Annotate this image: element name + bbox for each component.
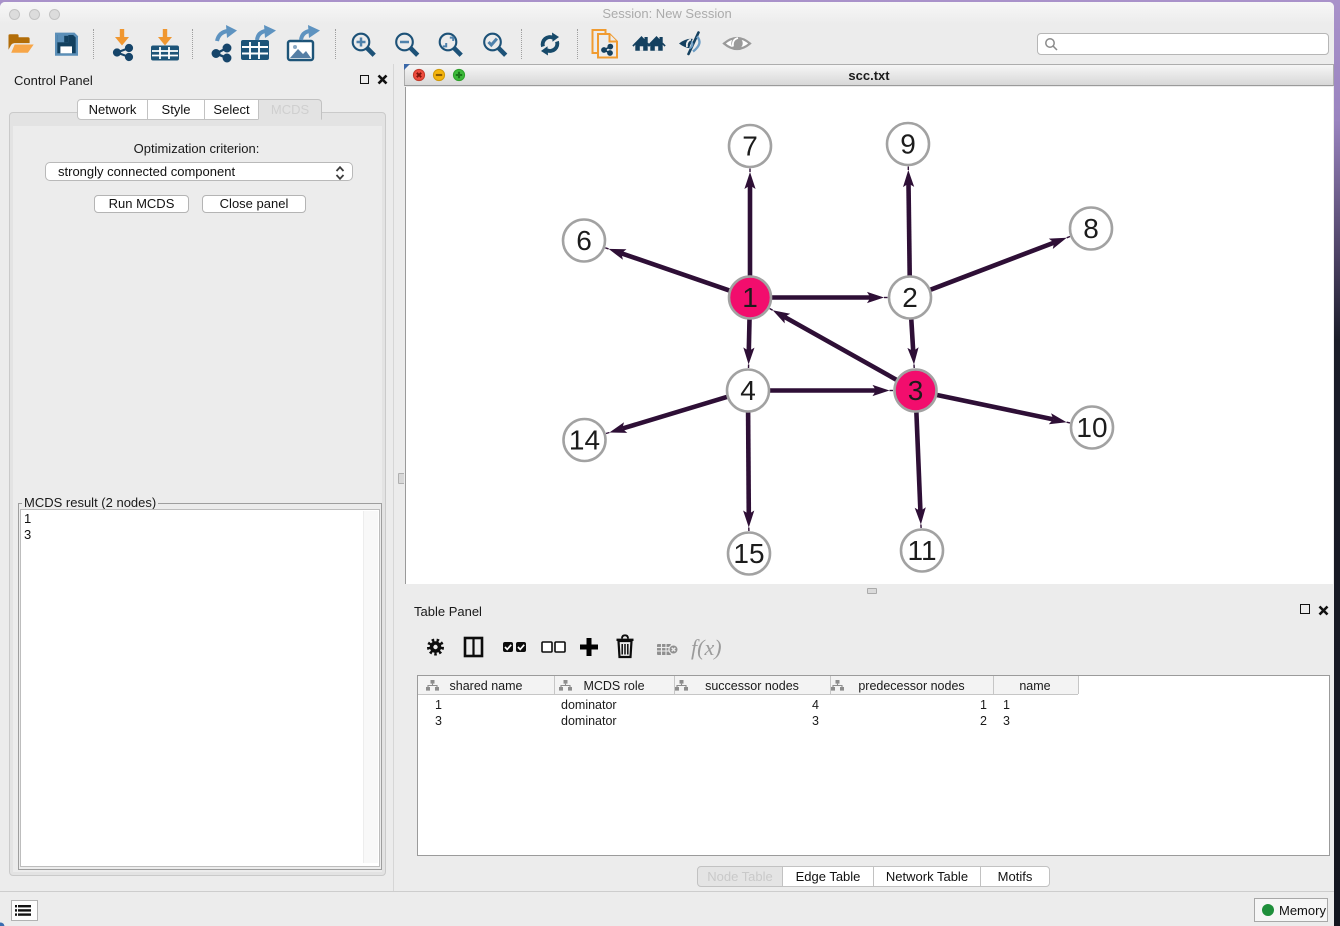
svg-text:11: 11 — [907, 535, 936, 566]
svg-text:7: 7 — [742, 130, 758, 161]
svg-text:10: 10 — [1076, 412, 1107, 443]
svg-text:f(x): f(x) — [691, 635, 722, 660]
svg-text:1: 1 — [742, 282, 758, 313]
svg-text:2: 2 — [902, 282, 918, 313]
svg-text:4: 4 — [740, 375, 756, 406]
svg-text:9: 9 — [900, 128, 916, 159]
svg-text:8: 8 — [1083, 213, 1099, 244]
svg-text:6: 6 — [576, 225, 592, 256]
svg-text:14: 14 — [569, 424, 600, 455]
svg-text:3: 3 — [908, 375, 924, 406]
svg-text:15: 15 — [733, 538, 764, 569]
